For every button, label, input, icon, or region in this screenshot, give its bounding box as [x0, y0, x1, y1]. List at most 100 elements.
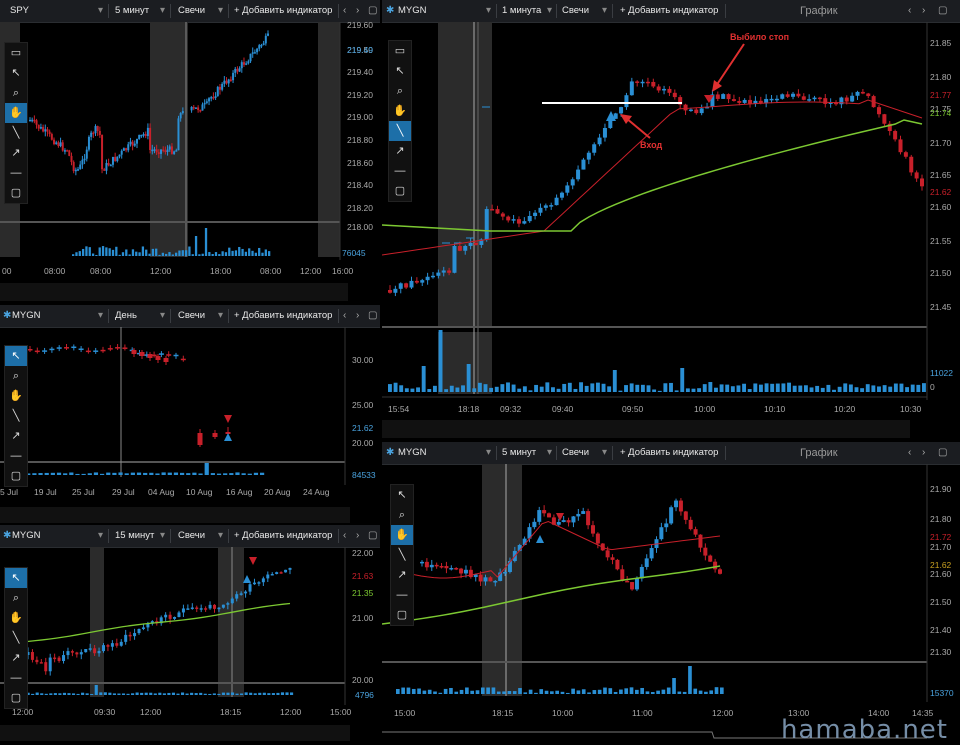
- candle-body: [737, 101, 742, 103]
- hand-icon[interactable]: ✋: [5, 608, 27, 628]
- ema-green-line: [21, 602, 291, 643]
- rect-icon[interactable]: ▢: [5, 688, 27, 708]
- volume-bar: [663, 383, 668, 392]
- hline-icon[interactable]: —: [5, 163, 27, 183]
- volume-bar: [486, 687, 490, 694]
- time-axis-label: 15:00: [330, 707, 352, 717]
- volume-bar: [31, 693, 35, 695]
- hand-icon[interactable]: ✋: [5, 103, 27, 123]
- volume-bar: [71, 693, 76, 695]
- candle-body: [142, 134, 145, 136]
- candle-body: [731, 99, 736, 102]
- drawing-toolbar: ▭ ↖ ⌕ ✋ ╲ ↗ — ▢: [4, 42, 28, 204]
- volume-bar: [228, 247, 231, 256]
- mygn-1min-plot[interactable]: [382, 0, 960, 440]
- hline-icon[interactable]: —: [389, 161, 411, 181]
- cursor-icon[interactable]: ↖: [5, 63, 27, 83]
- candle-body: [48, 657, 52, 672]
- volume-bar: [465, 687, 469, 694]
- candle-body: [252, 582, 256, 585]
- candle-body: [624, 95, 629, 108]
- candle-body: [257, 582, 261, 584]
- candle-body: [105, 163, 108, 171]
- volume-bar: [635, 384, 640, 392]
- candle-body: [785, 94, 790, 97]
- volume-bar: [893, 383, 898, 392]
- candle-body: [698, 534, 703, 548]
- entry-annotation: Вход: [640, 140, 663, 150]
- volume-bar: [652, 389, 657, 392]
- cursor-icon[interactable]: ↖: [5, 568, 27, 588]
- candle-body: [57, 142, 60, 147]
- hline-icon[interactable]: —: [5, 446, 27, 466]
- mygn-day-chart-panel: ✱ MYGN ▾ День ▾ Свечи ▾ + Добавить индик…: [0, 305, 380, 525]
- zoom-icon[interactable]: ⌕: [5, 366, 27, 386]
- volume-bar: [421, 366, 426, 392]
- volume-bar: [747, 389, 752, 392]
- mygn-5min-plot[interactable]: [382, 442, 960, 745]
- arrow-icon[interactable]: ↗: [5, 426, 27, 446]
- line-icon[interactable]: ╲: [391, 545, 413, 565]
- cursor-icon[interactable]: ↖: [389, 61, 411, 81]
- candle-body: [542, 510, 547, 514]
- candle-body: [62, 655, 66, 661]
- candle-body: [511, 219, 516, 221]
- candle-body: [547, 513, 552, 518]
- hand-icon[interactable]: ✋: [5, 386, 27, 406]
- time-scrollbar[interactable]: [0, 283, 348, 301]
- arrow-icon[interactable]: ↗: [389, 141, 411, 161]
- zoom-icon[interactable]: ⌕: [5, 83, 27, 103]
- zoom-icon[interactable]: ⌕: [391, 505, 413, 525]
- rect-icon[interactable]: ▢: [5, 466, 27, 486]
- volume-bar: [545, 382, 550, 392]
- price-axis-label: 21.62: [352, 423, 374, 433]
- line-icon[interactable]: ╲: [5, 123, 27, 143]
- line-icon[interactable]: ╲: [5, 406, 27, 426]
- rect-icon[interactable]: ▢: [389, 181, 411, 201]
- candle-body: [742, 99, 747, 103]
- candle-body: [420, 280, 425, 283]
- arrow-icon[interactable]: ↗: [5, 143, 27, 163]
- volume-bar: [85, 693, 89, 695]
- volume-bar: [709, 690, 714, 694]
- candle-body: [625, 580, 630, 583]
- rect-icon[interactable]: ▢: [391, 605, 413, 625]
- candle-body: [844, 97, 849, 102]
- rect-icon[interactable]: ▢: [5, 183, 27, 203]
- volume-bar: [131, 693, 135, 695]
- hline-icon[interactable]: —: [391, 585, 413, 605]
- zoom-icon[interactable]: ⌕: [5, 588, 27, 608]
- candle-body: [48, 131, 51, 135]
- candle-body: [468, 242, 473, 246]
- volume-bar: [650, 692, 655, 694]
- candle-body: [404, 283, 409, 288]
- volume-bar: [809, 387, 814, 392]
- price-axis-label: 21.60: [930, 569, 952, 579]
- menu-icon[interactable]: ▭: [5, 43, 27, 63]
- time-scrollbar[interactable]: [0, 507, 350, 523]
- time-scrollbar[interactable]: [382, 420, 910, 438]
- menu-icon[interactable]: ▭: [389, 41, 411, 61]
- cursor-icon[interactable]: ↖: [5, 346, 27, 366]
- candle-body: [128, 634, 132, 637]
- cursor-icon[interactable]: ↖: [391, 485, 413, 505]
- hline-icon[interactable]: —: [5, 668, 27, 688]
- arrow-icon[interactable]: ↗: [391, 565, 413, 585]
- volume-bar: [144, 692, 148, 695]
- hand-icon[interactable]: ✋: [389, 101, 411, 121]
- candle-body: [164, 150, 167, 153]
- candle-body: [37, 124, 40, 129]
- time-scrollbar[interactable]: [0, 725, 350, 741]
- spy-plot[interactable]: [0, 0, 380, 305]
- volume-value: 76045: [342, 248, 366, 258]
- arrow-icon[interactable]: ↗: [5, 648, 27, 668]
- zoom-icon[interactable]: ⌕: [389, 81, 411, 101]
- mygn-15min-plot[interactable]: [0, 525, 380, 745]
- line-icon[interactable]: ╲: [389, 121, 411, 141]
- line-icon[interactable]: ╲: [5, 628, 27, 648]
- candle-body: [693, 529, 698, 535]
- volume-bar: [680, 368, 685, 392]
- candle-body: [227, 79, 230, 84]
- time-axis-label: 04 Aug: [148, 487, 175, 497]
- hand-icon[interactable]: ✋: [391, 525, 413, 545]
